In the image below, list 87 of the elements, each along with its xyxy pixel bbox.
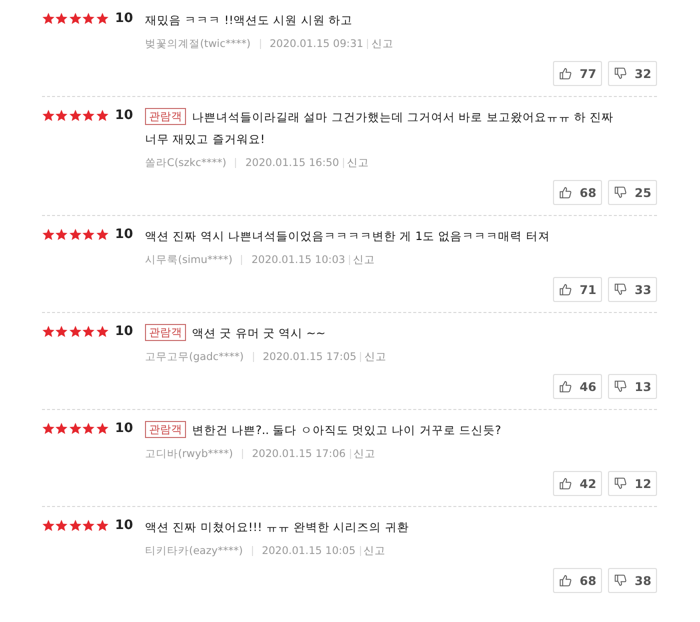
star-icon — [68, 325, 82, 338]
star-icon — [55, 325, 68, 338]
thumbs-down-icon — [614, 574, 627, 587]
star-icon — [82, 12, 96, 25]
like-button[interactable]: 71 — [553, 277, 602, 302]
like-button[interactable]: 68 — [553, 568, 602, 593]
star-icon — [55, 519, 68, 532]
score: 10 — [114, 107, 134, 125]
thumbs-up-icon — [558, 477, 572, 490]
star-icon — [68, 12, 82, 25]
score: 10 — [114, 517, 134, 535]
thumbs-up-icon — [558, 67, 572, 80]
review-text: 관람객 나쁜녀석들이라길래 설마 그건가했는데 그거여서 바로 보고왔어요ㅠㅠ 하 진짜 너무 재밌고 즐거워요! — [145, 107, 615, 148]
audience-tag: 관람객 — [145, 324, 186, 341]
thumbs-down-icon — [614, 186, 627, 199]
star-icon — [42, 422, 55, 435]
like-button[interactable]: 77 — [553, 61, 602, 86]
star-icon — [42, 325, 55, 338]
score: 10 — [114, 226, 134, 244]
audience-tag: 관람객 — [145, 108, 186, 125]
thumbs-down-icon — [614, 67, 627, 80]
thumbs-up-icon — [558, 186, 572, 199]
score: 10 — [114, 323, 134, 341]
star-icon — [96, 325, 109, 338]
review-date: 2020.01.15 09:31 — [270, 38, 364, 50]
review-date: 2020.01.15 10:05 — [262, 545, 356, 557]
author-name: 벚꽃의계절(twic****) — [145, 37, 251, 51]
dislike-button[interactable]: 25 — [608, 180, 657, 205]
thumbs-up-icon — [558, 574, 572, 587]
author-name: 고무고무(gadc****) — [145, 350, 244, 364]
review-date: 2020.01.15 17:05 — [262, 351, 356, 363]
review-date: 2020.01.15 17:06 — [252, 448, 346, 460]
score: 10 — [114, 420, 134, 438]
dislike-button[interactable]: 12 — [608, 471, 657, 496]
review-date: 2020.01.15 10:03 — [251, 254, 346, 266]
star-icon — [68, 422, 82, 435]
dislike-button[interactable]: 13 — [608, 374, 657, 399]
thumbs-up-icon — [558, 380, 572, 393]
review-text: 관람객 변한건 나쁜?.. 둘다 ㅇ아직도 멋있고 나이 거꾸로 드신듯? — [145, 419, 657, 441]
like-button[interactable]: 42 — [553, 471, 602, 496]
star-icon — [68, 109, 82, 122]
star-icon — [42, 109, 55, 122]
author-name: 티키타카(eazy****) — [145, 544, 243, 558]
thumbs-down-icon — [614, 477, 627, 490]
star-icon — [42, 228, 55, 241]
review-text: 액션 진짜 미쳤어요!!! ㅠㅠ 완벽한 시리즈의 귀환 — [145, 519, 410, 536]
dislike-button[interactable]: 38 — [608, 568, 657, 593]
report-link[interactable]: 신고 — [353, 253, 376, 267]
audience-tag: 관람객 — [145, 421, 186, 438]
review-text: 재밌음 ㅋㅋㅋ !!액션도 시원 시원 하고 — [145, 12, 354, 29]
report-link[interactable]: 신고 — [364, 350, 386, 364]
star-icon — [55, 422, 68, 435]
author-name: 시무룩(simu****) — [145, 253, 232, 267]
star-icon — [82, 325, 96, 338]
review-date: 2020.01.15 16:50 — [245, 157, 340, 169]
dislike-button[interactable]: 33 — [608, 277, 657, 302]
star-icon — [82, 422, 96, 435]
thumbs-up-icon — [558, 283, 572, 296]
dislike-button[interactable]: 32 — [608, 61, 657, 86]
review-text: 액션 진짜 역시 나쁜녀석들이었음ㅋㅋㅋㅋ변한 게 1도 없음ㅋㅋㅋ매력 터져 — [145, 228, 551, 245]
star-icon — [96, 12, 109, 25]
report-link[interactable]: 신고 — [354, 447, 376, 461]
star-icon — [82, 519, 96, 532]
star-icon — [55, 12, 68, 25]
thumbs-down-icon — [614, 283, 627, 296]
report-link[interactable]: 신고 — [371, 37, 394, 51]
star-icon — [96, 422, 109, 435]
star-icon — [68, 519, 82, 532]
star-icon — [42, 12, 55, 25]
star-icon — [96, 109, 109, 122]
thumbs-down-icon — [614, 380, 627, 393]
like-button[interactable]: 68 — [553, 180, 602, 205]
star-icon — [96, 519, 109, 532]
author-name: 고디바(rwyb****) — [145, 447, 233, 461]
star-icon — [82, 228, 96, 241]
star-icon — [55, 109, 68, 122]
author-name: 쏠라C(szkc****) — [145, 156, 226, 170]
star-icon — [96, 228, 109, 241]
review-text: 관람객 액션 굿 유머 굿 역시 ~~ — [145, 322, 657, 344]
report-link[interactable]: 신고 — [364, 544, 386, 558]
star-icon — [55, 228, 68, 241]
star-icon — [68, 228, 82, 241]
like-button[interactable]: 46 — [553, 374, 602, 399]
report-link[interactable]: 신고 — [347, 156, 370, 170]
score: 10 — [114, 10, 134, 28]
star-icon — [82, 109, 96, 122]
star-icon — [42, 519, 55, 532]
